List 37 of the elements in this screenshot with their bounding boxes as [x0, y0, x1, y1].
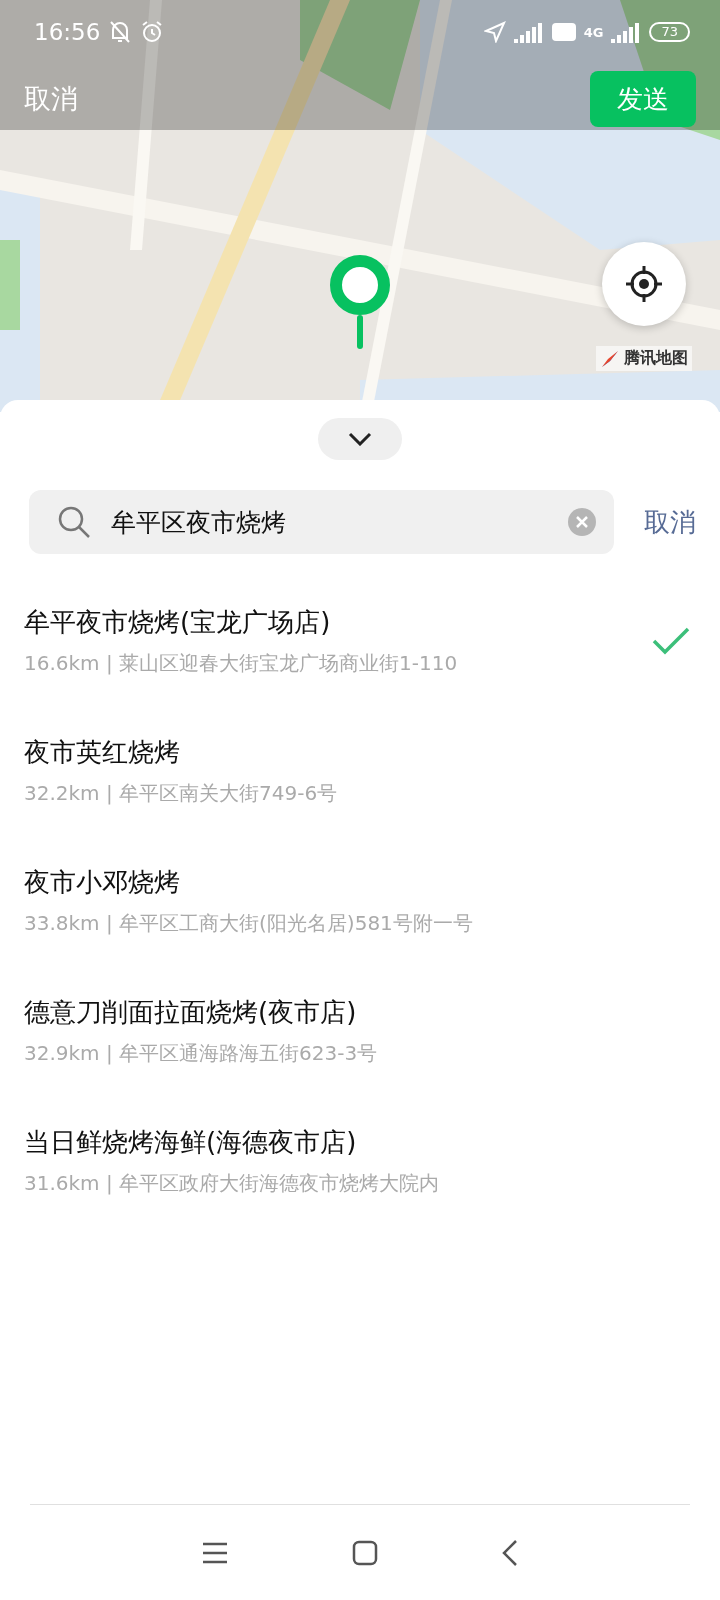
place-address: 32.9km | 牟平区通海路海五街623-3号: [24, 1040, 379, 1067]
network-type: 4G: [583, 24, 604, 40]
crosshair-icon: [624, 264, 664, 304]
collapse-button[interactable]: [318, 418, 402, 460]
square-icon: [352, 1539, 378, 1566]
attribution-text: 腾讯地图: [624, 348, 688, 369]
place-address: 16.6km | 莱山区迎春大街宝龙广场商业街1-110: [24, 650, 459, 677]
compass-icon: [600, 348, 620, 369]
close-icon: [575, 515, 589, 529]
result-item[interactable]: 德意刀削面拉面烧烤(夜市店) 32.9km | 牟平区通海路海五街623-3号: [0, 966, 720, 1096]
search-cancel-button[interactable]: 取消: [644, 504, 696, 540]
chevron-down-icon: [348, 432, 372, 446]
location-arrow-icon: [483, 21, 506, 43]
result-item[interactable]: 牟平夜市烧烤(宝龙广场店) 16.6km | 莱山区迎春大街宝龙广场商业街1-110: [0, 576, 720, 706]
battery-indicator: 73: [649, 22, 690, 42]
place-name: 夜市英红烧烤: [24, 736, 181, 769]
result-item[interactable]: 当日鲜烧烤海鲜(海德夜市店) 31.6km | 牟平区政府大街海德夜市烧烤大院内: [0, 1096, 720, 1226]
place-address: 33.8km | 牟平区工商大街(阳光名居)581号附一号: [24, 910, 474, 937]
place-name: 夜市小邓烧烤: [24, 866, 181, 899]
signal-icon: [513, 21, 544, 43]
bell-muted-icon: [108, 19, 133, 45]
search-icon: [57, 505, 91, 539]
result-item[interactable]: 夜市英红烧烤 32.2km | 牟平区南关大街749-6号: [0, 706, 720, 836]
location-pin-icon: [330, 255, 390, 351]
hd-icon: [551, 23, 576, 41]
place-name: 德意刀削面拉面烧烤(夜市店): [24, 996, 358, 1029]
result-item[interactable]: 夜市小邓烧烤 33.8km | 牟平区工商大街(阳光名居)581号附一号: [0, 836, 720, 966]
place-address: 31.6km | 牟平区政府大街海德夜市烧烤大院内: [24, 1170, 441, 1197]
search-bar[interactable]: 牟平区夜市烧烤: [29, 490, 614, 554]
status-time: 16:56: [34, 19, 101, 45]
search-input[interactable]: 牟平区夜市烧烤: [109, 506, 550, 538]
menu-icon: [202, 1541, 228, 1564]
place-name: 牟平夜市烧烤(宝龙广场店): [24, 606, 332, 639]
place-address: 32.2km | 牟平区南关大街749-6号: [24, 780, 339, 807]
signal-icon: [611, 21, 642, 43]
place-name: 当日鲜烧烤海鲜(海德夜市店): [24, 1126, 358, 1159]
back-icon: [502, 1538, 518, 1567]
